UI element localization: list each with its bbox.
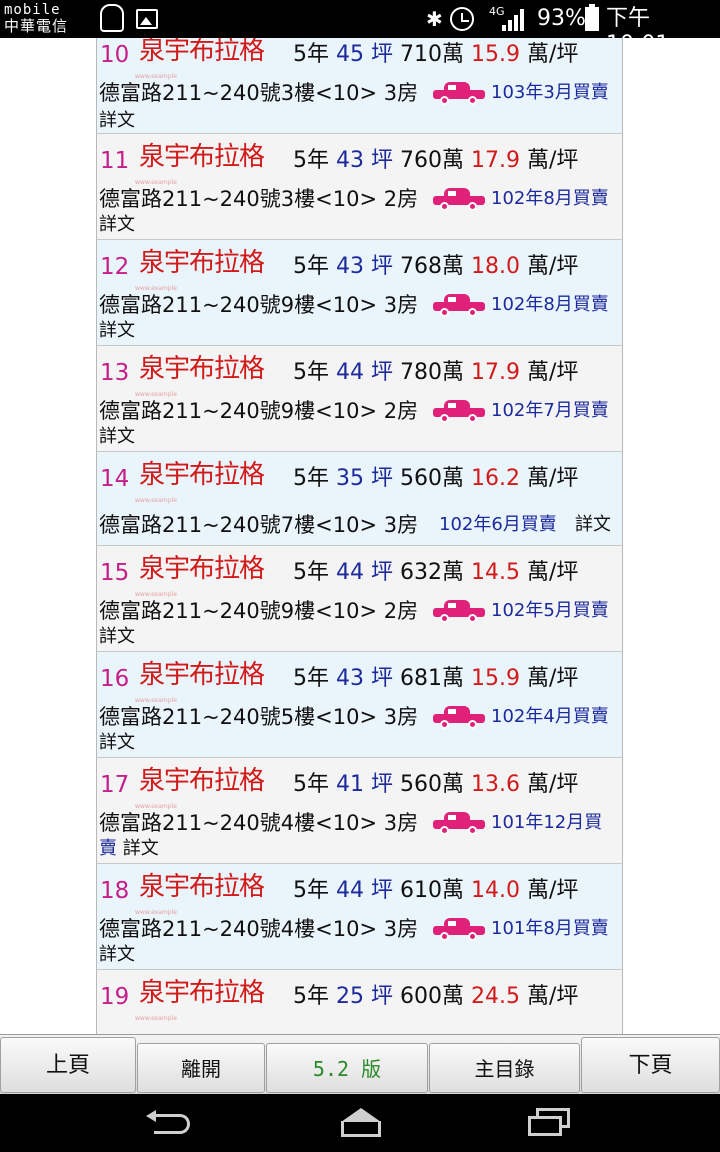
listing-summary: 5年 45 坪 710萬 15.9 萬/坪 <box>293 42 579 67</box>
detail-link[interactable]: 詳文 <box>99 214 135 236</box>
listing-item[interactable]: 17 泉宇布拉格 www.example 5年 41 坪 560萬 13.6 萬/… <box>96 758 623 864</box>
face-icon <box>100 4 124 32</box>
listing-summary: 5年 44 坪 780萬 17.9 萬/坪 <box>293 360 579 385</box>
listing-summary: 5年 25 坪 600萬 24.5 萬/坪 <box>293 984 579 1009</box>
address: 德富路211~240號7樓<10> 3房 <box>99 513 419 537</box>
listing-number: 16 <box>100 666 130 692</box>
address: 德富路211~240號4樓<10> 3房 <box>99 917 419 941</box>
carrier-line1: mobile <box>4 2 61 18</box>
car-icon <box>433 706 485 729</box>
listing-item[interactable]: 11 泉宇布拉格 www.example 5年 43 坪 760萬 17.9 萬/… <box>96 134 623 240</box>
image-icon <box>136 9 158 29</box>
back-icon[interactable] <box>146 1110 192 1136</box>
leave-button[interactable]: 離開 <box>137 1043 265 1093</box>
status-bar: mobile 中華電信 ✱ 4G 93% 下午 10:01 <box>0 0 720 57</box>
listing-number: 11 <box>100 148 130 174</box>
transaction-date-wrap[interactable]: 賣 <box>99 838 117 859</box>
listing-number: 19 <box>100 984 130 1010</box>
listing-number: 14 <box>100 466 130 492</box>
transaction-date[interactable]: 102年7月買賣 <box>491 394 609 428</box>
detail-line: 賣 詳文 <box>99 838 159 860</box>
project-seal: 泉宇布拉格 www.example <box>135 460 265 504</box>
address: 德富路211~240號9樓<10> 2房 <box>99 399 419 423</box>
version-button[interactable]: 5.2 版 <box>266 1043 428 1093</box>
project-seal: 泉宇布拉格 www.example <box>135 354 265 398</box>
listing-summary: 5年 43 坪 768萬 18.0 萬/坪 <box>293 254 579 279</box>
listing-summary: 5年 44 坪 632萬 14.5 萬/坪 <box>293 560 579 585</box>
next-page-button[interactable]: 下頁 <box>581 1037 720 1093</box>
project-seal: 泉宇布拉格 www.example <box>135 660 265 704</box>
project-seal: 泉宇布拉格 www.example <box>135 872 265 916</box>
project-seal: 泉宇布拉格 www.example <box>135 38 265 80</box>
listing-item[interactable]: 15 泉宇布拉格 www.example 5年 44 坪 632萬 14.5 萬/… <box>96 546 623 652</box>
transaction-date[interactable]: 102年6月買賣 <box>439 508 557 542</box>
transaction-date[interactable]: 102年8月買賣 <box>491 182 609 216</box>
project-seal: 泉宇布拉格 www.example <box>135 248 265 292</box>
alarm-icon <box>450 7 474 31</box>
address: 德富路211~240號9樓<10> 3房 <box>99 293 419 317</box>
car-icon <box>433 188 485 211</box>
transaction-date[interactable]: 102年8月買賣 <box>491 288 609 322</box>
listing-number: 17 <box>100 772 130 798</box>
listing-number: 13 <box>100 360 130 386</box>
car-icon <box>433 400 485 423</box>
transaction-date[interactable]: 103年3月買賣 <box>491 76 609 110</box>
address: 德富路211~240號5樓<10> 3房 <box>99 705 419 729</box>
detail-link[interactable]: 詳文 <box>99 732 135 754</box>
listing-summary: 5年 43 坪 760萬 17.9 萬/坪 <box>293 148 579 173</box>
listing-number: 18 <box>100 878 130 904</box>
address: 德富路211~240號4樓<10> 3房 <box>99 811 419 835</box>
detail-link[interactable]: 詳文 <box>99 320 135 342</box>
listing-summary: 5年 44 坪 610萬 14.0 萬/坪 <box>293 878 579 903</box>
signal-icon <box>502 9 526 31</box>
detail-link[interactable]: 詳文 <box>575 508 611 542</box>
listing-item[interactable]: 12 泉宇布拉格 www.example 5年 43 坪 768萬 18.0 萬/… <box>96 240 623 346</box>
project-seal: 泉宇布拉格 www.example <box>135 978 265 1022</box>
car-icon <box>433 600 485 623</box>
car-icon <box>433 294 485 317</box>
listing-item[interactable]: 19 泉宇布拉格 www.example 5年 25 坪 600萬 24.5 萬/… <box>96 970 623 1034</box>
listing-summary: 5年 41 坪 560萬 13.6 萬/坪 <box>293 772 579 797</box>
listing-item[interactable]: 14 泉宇布拉格 www.example 5年 35 坪 560萬 16.2 萬/… <box>96 452 623 546</box>
listing-number: 12 <box>100 254 130 280</box>
transaction-date[interactable]: 101年12月買 <box>491 806 602 840</box>
carrier-logo: mobile 中華電信 <box>4 2 94 36</box>
address: 德富路211~240號3樓<10> 2房 <box>99 187 419 211</box>
main-menu-button[interactable]: 主目錄 <box>429 1043 580 1093</box>
detail-link[interactable]: 詳文 <box>123 838 159 859</box>
battery-icon <box>585 4 599 31</box>
bluetooth-icon: ✱ <box>426 7 443 31</box>
bottom-toolbar: 上頁 離開 5.2 版 主目錄 下頁 <box>0 1034 720 1094</box>
listing-item[interactable]: 18 泉宇布拉格 www.example 5年 44 坪 610萬 14.0 萬/… <box>96 864 623 970</box>
listing-item[interactable]: 10 泉宇布拉格 www.example 5年 45 坪 710萬 15.9 萬/… <box>96 38 623 134</box>
transaction-date[interactable]: 102年4月買賣 <box>491 700 609 734</box>
car-icon <box>433 812 485 835</box>
prev-page-button[interactable]: 上頁 <box>0 1037 136 1093</box>
detail-link[interactable]: 詳文 <box>99 110 135 132</box>
detail-link[interactable]: 詳文 <box>99 426 135 448</box>
system-nav-bar <box>0 1094 720 1152</box>
recent-apps-icon[interactable] <box>528 1108 572 1138</box>
battery-percent: 93% <box>537 6 586 31</box>
project-seal: 泉宇布拉格 www.example <box>135 766 265 810</box>
detail-link[interactable]: 詳文 <box>99 626 135 648</box>
address: 德富路211~240號3樓<10> 3房 <box>99 81 419 105</box>
listing-content[interactable]: 10 泉宇布拉格 www.example 5年 45 坪 710萬 15.9 萬/… <box>0 38 720 1034</box>
listing-item[interactable]: 16 泉宇布拉格 www.example 5年 43 坪 681萬 15.9 萬/… <box>96 652 623 758</box>
project-seal: 泉宇布拉格 www.example <box>135 142 265 186</box>
address: 德富路211~240號9樓<10> 2房 <box>99 599 419 623</box>
listing-summary: 5年 43 坪 681萬 15.9 萬/坪 <box>293 666 579 691</box>
listing-summary: 5年 35 坪 560萬 16.2 萬/坪 <box>293 466 579 491</box>
carrier-line2: 中華電信 <box>4 17 69 35</box>
project-seal: 泉宇布拉格 www.example <box>135 554 265 598</box>
car-icon <box>433 82 485 105</box>
car-icon <box>433 918 485 941</box>
home-icon[interactable] <box>338 1108 384 1138</box>
listing-number: 15 <box>100 560 130 586</box>
transaction-date[interactable]: 102年5月買賣 <box>491 594 609 628</box>
detail-link[interactable]: 詳文 <box>99 944 135 966</box>
listing-item[interactable]: 13 泉宇布拉格 www.example 5年 44 坪 780萬 17.9 萬/… <box>96 346 623 452</box>
listing-number: 10 <box>100 42 130 68</box>
transaction-date[interactable]: 101年8月買賣 <box>491 912 609 946</box>
